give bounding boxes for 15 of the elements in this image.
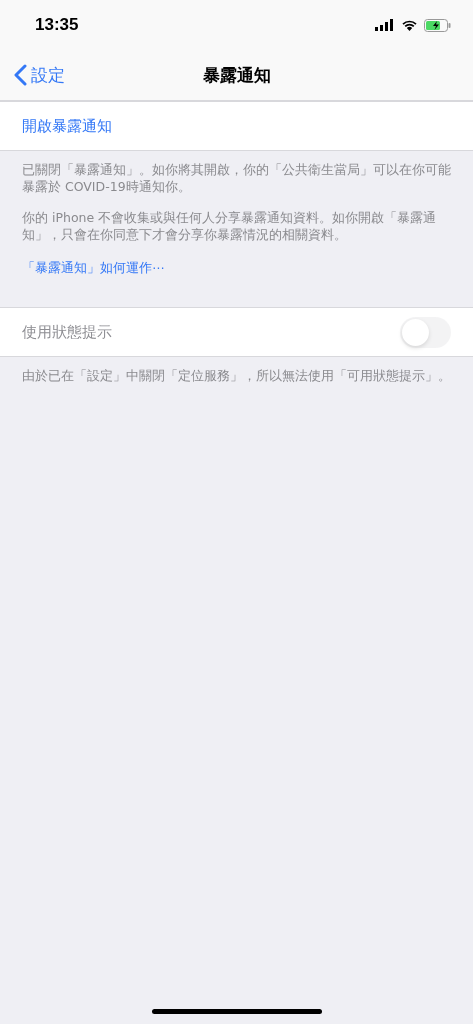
footer-text: 已關閉「暴露通知」。如你將其開啟，你的「公共衛生當局」可以在你可能暴露於 COVID-19時通知你。 [22,161,451,195]
settings-row[interactable]: 開啟暴露通知 [0,101,473,151]
row-label: 使用狀態提示 [22,322,112,342]
back-chevron-icon [14,64,27,86]
nav-title: 暴露通知 [202,63,271,87]
footer-text: 你的 iPhone 不會收集或與任何人分享暴露通知資料。如你開啟「暴露通知」，只會在你同意下才會分享你暴露情況的相關資料。 [22,209,438,243]
footer-text: 由於已在「設定」中關閉「定位服務」，所以無法使用「可用狀態提示」。 [22,367,451,384]
back-button[interactable]: 設定 [0,63,65,87]
signal-icon [375,19,395,31]
back-label: 設定 [31,63,65,87]
battery-charging-icon [424,18,451,32]
status-time: 13:35 [35,15,79,35]
info-link[interactable]: 「暴露通知」如何運作⋯ [22,260,165,277]
wifi-icon [401,19,418,31]
action-label: 開啟暴露通知 [22,116,112,136]
